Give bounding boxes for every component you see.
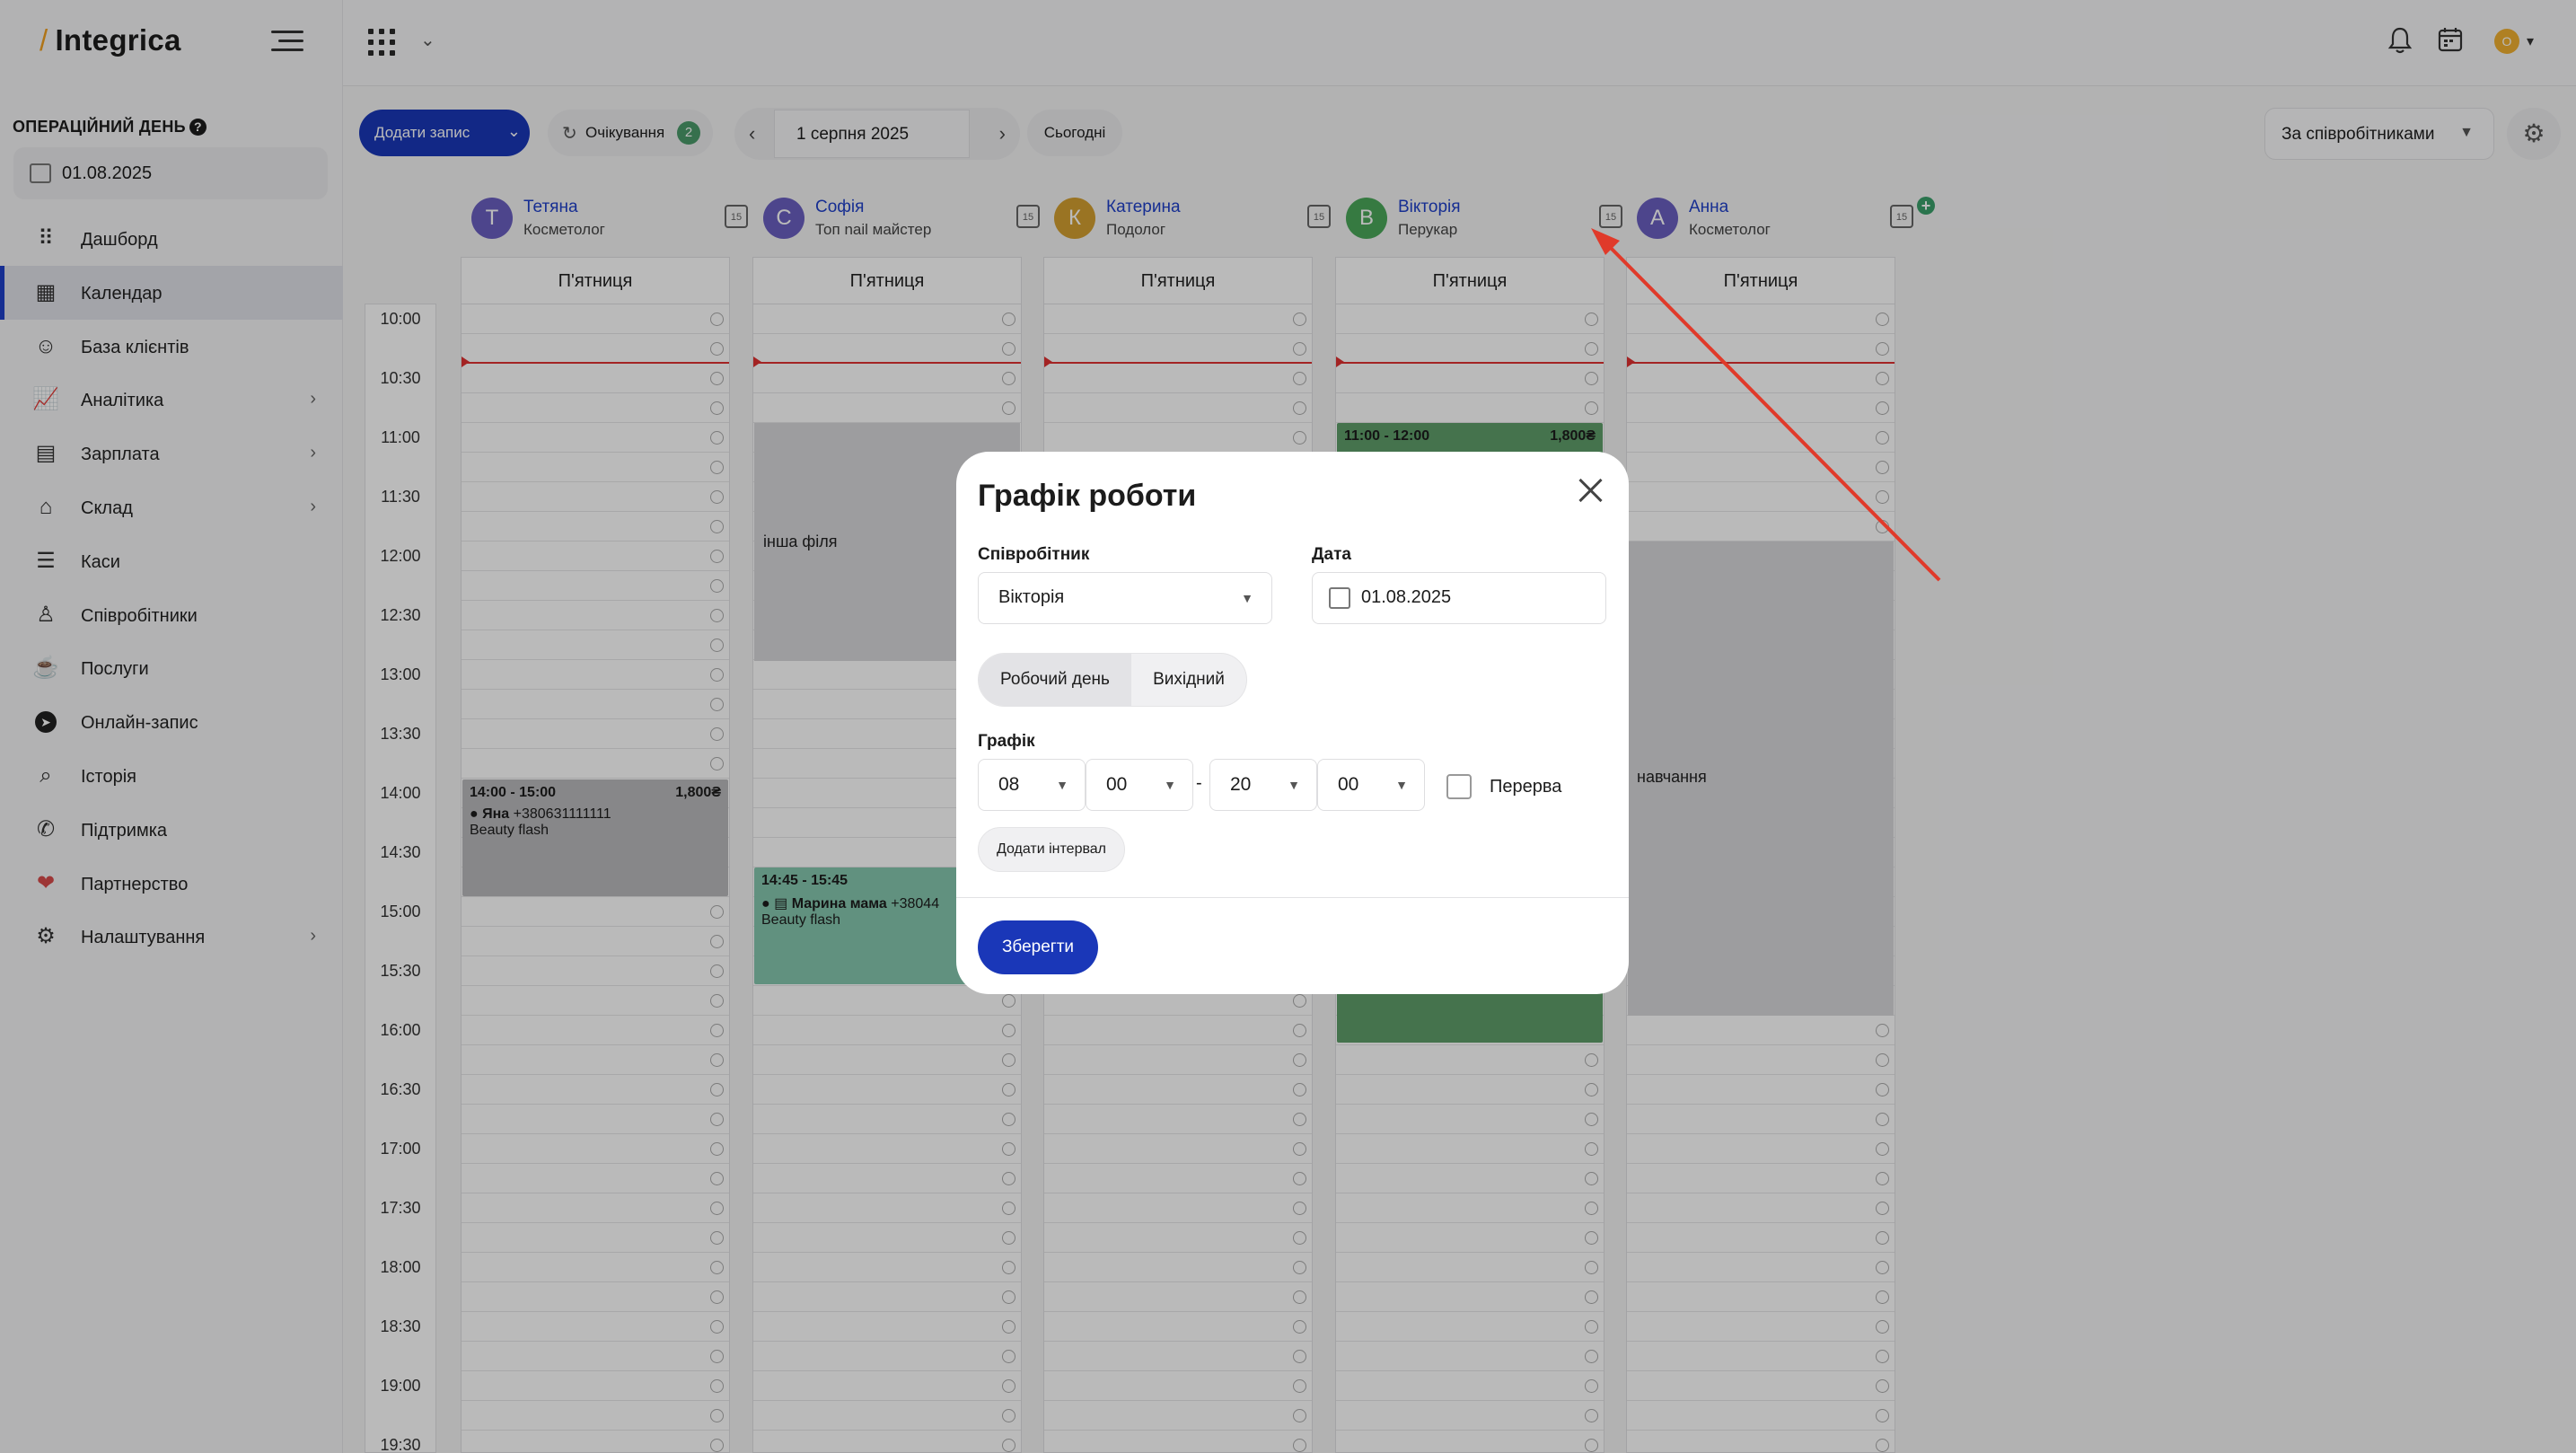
date-label: Дата — [1312, 545, 1351, 564]
start-minute-select[interactable]: 00 ▼ — [1086, 759, 1193, 811]
end-minute-select[interactable]: 00 ▼ — [1317, 759, 1425, 811]
calendar-icon — [1329, 587, 1350, 609]
time-range-dash: - — [1196, 773, 1202, 793]
employee-label: Співробітник — [978, 545, 1090, 564]
day-off-option[interactable]: Вихідний — [1131, 654, 1246, 706]
work-schedule-modal: Графік роботи Співробітник Вікторія ▼ Дат… — [956, 452, 1629, 994]
date-input[interactable]: 01.08.2025 — [1312, 572, 1606, 624]
add-interval-button[interactable]: Додати інтервал — [978, 827, 1125, 872]
end-hour-select[interactable]: 20 ▼ — [1209, 759, 1317, 811]
divider — [956, 897, 1629, 898]
chevron-down-icon: ▼ — [1241, 591, 1253, 605]
break-checkbox[interactable] — [1446, 774, 1472, 799]
modal-title: Графік роботи — [978, 479, 1197, 513]
save-button[interactable]: Зберегти — [978, 920, 1098, 974]
day-type-toggle: Робочий день Вихідний — [978, 653, 1247, 707]
break-label: Перерва — [1490, 777, 1562, 797]
close-icon[interactable] — [1575, 475, 1605, 506]
schedule-label: Графік — [978, 732, 1035, 751]
employee-select[interactable]: Вікторія ▼ — [978, 572, 1272, 624]
start-hour-select[interactable]: 08 ▼ — [978, 759, 1086, 811]
work-day-option[interactable]: Робочий день — [979, 654, 1131, 706]
